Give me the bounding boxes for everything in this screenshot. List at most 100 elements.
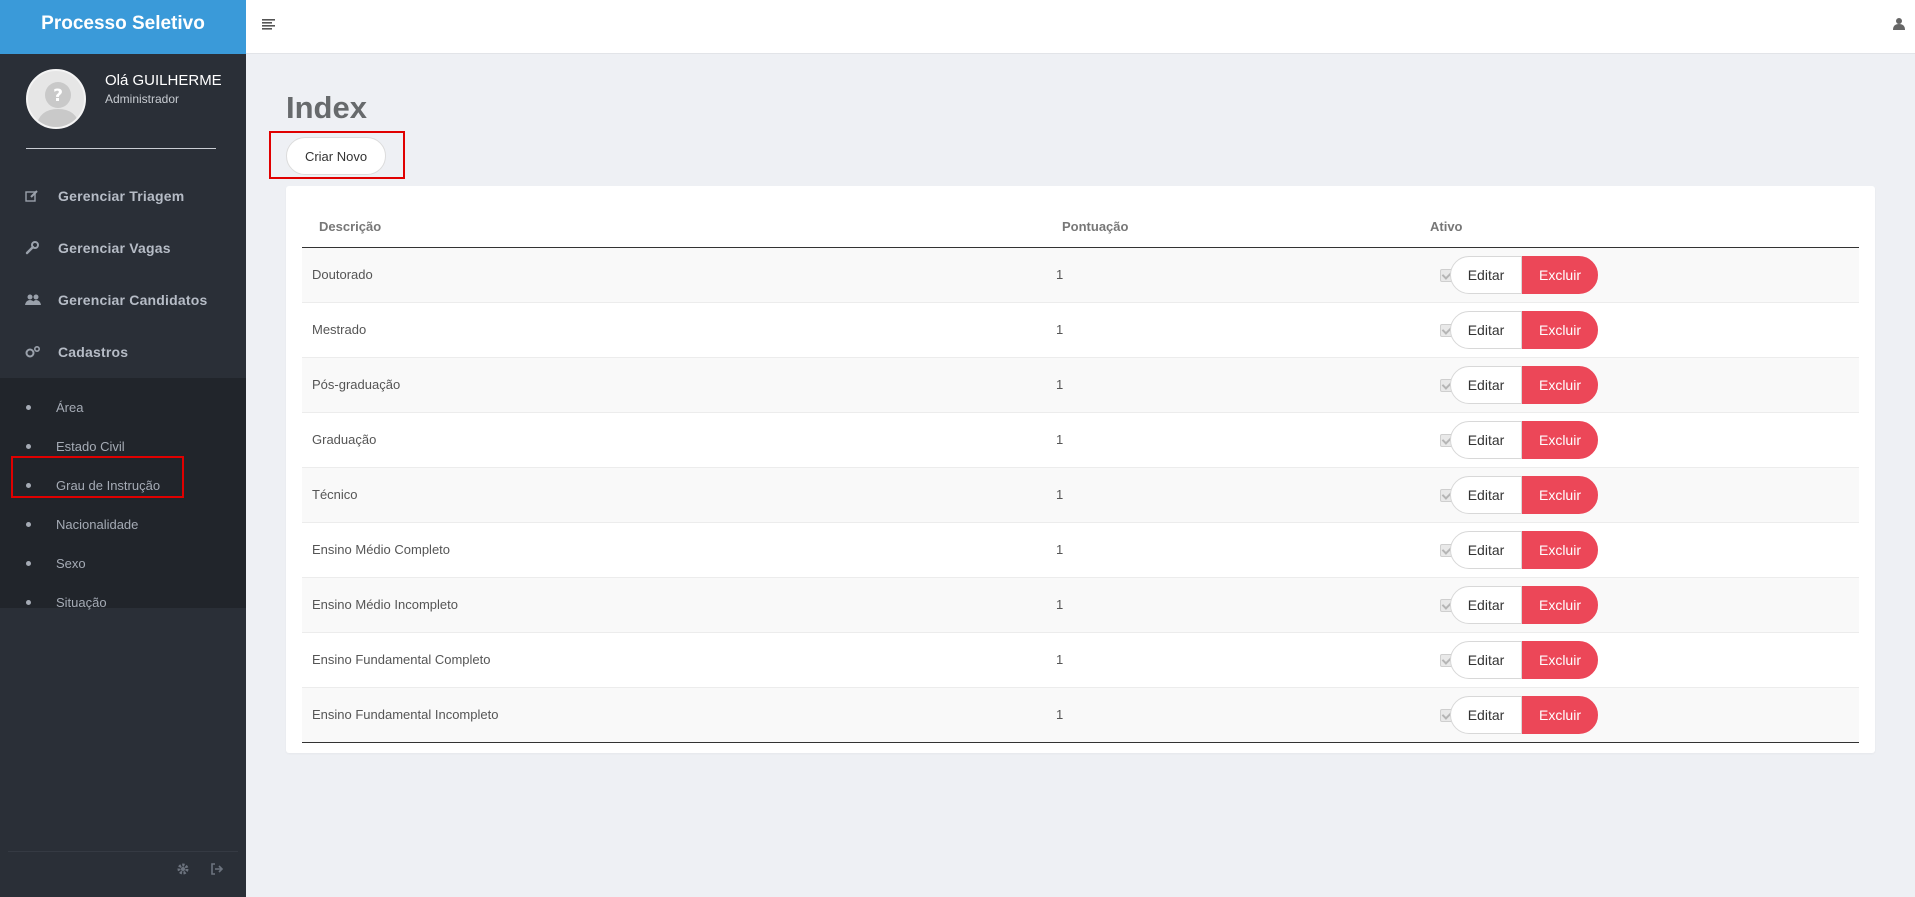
delete-button[interactable]: Excluir (1522, 586, 1598, 624)
delete-button[interactable]: Excluir (1522, 696, 1598, 734)
bullet-icon (26, 600, 31, 605)
table-header: Descrição Pontuação Ativo (302, 206, 1859, 248)
cell-pontuacao: 1 (1056, 267, 1064, 282)
user-icon[interactable] (1893, 17, 1905, 35)
submenu-item-sexo[interactable]: Sexo (0, 544, 246, 583)
wrench-icon (25, 241, 58, 255)
brand-title[interactable]: Processo Seletivo (0, 0, 246, 54)
menu-toggle-icon[interactable] (262, 17, 276, 35)
cell-descricao: Ensino Médio Incompleto (312, 597, 458, 612)
cadastros-submenu: Área Estado Civil Grau de Instrução Naci… (0, 378, 246, 610)
sidebar-nav: Gerenciar Triagem Gerenciar Vagas Gerenc… (0, 170, 246, 378)
table-row: Pós-graduação 1 Editar Excluir (302, 358, 1859, 413)
column-header-pontuacao[interactable]: Pontuação (1062, 219, 1128, 234)
user-role: Administrador (105, 92, 180, 106)
column-header-descricao[interactable]: Descrição (319, 219, 381, 234)
delete-button[interactable]: Excluir (1522, 531, 1598, 569)
submenu-item-label: Situação (56, 595, 107, 610)
table-row: Mestrado 1 Editar Excluir (302, 303, 1859, 358)
submenu-item-label: Estado Civil (56, 439, 125, 454)
cell-pontuacao: 1 (1056, 377, 1064, 392)
cell-pontuacao: 1 (1056, 542, 1064, 557)
table-row: Ensino Fundamental Incompleto 1 Editar E… (302, 688, 1859, 743)
table-card: Descrição Pontuação Ativo Doutorado 1 Ed… (286, 186, 1875, 753)
submenu-item-label: Grau de Instrução (56, 478, 161, 493)
edit-button[interactable]: Editar (1450, 641, 1522, 679)
nav-item-gerenciar-vagas[interactable]: Gerenciar Vagas (0, 222, 246, 274)
svg-text:?: ? (53, 86, 63, 106)
bullet-icon (26, 522, 31, 527)
edit-button[interactable]: Editar (1450, 256, 1522, 294)
submenu-item-label: Sexo (56, 556, 86, 571)
delete-button[interactable]: Excluir (1522, 256, 1598, 294)
nav-item-label: Gerenciar Candidatos (58, 292, 208, 308)
edit-button[interactable]: Editar (1450, 696, 1522, 734)
bullet-icon (26, 561, 31, 566)
table-row: Ensino Fundamental Completo 1 Editar Exc… (302, 633, 1859, 688)
logout-icon[interactable] (210, 862, 224, 881)
avatar[interactable]: ? (26, 69, 86, 129)
cell-pontuacao: 1 (1056, 322, 1064, 337)
nav-item-gerenciar-candidatos[interactable]: Gerenciar Candidatos (0, 274, 246, 326)
submenu-item-grau-de-instrucao[interactable]: Grau de Instrução (0, 466, 246, 505)
delete-button[interactable]: Excluir (1522, 366, 1598, 404)
edit-button[interactable]: Editar (1450, 311, 1522, 349)
cell-descricao: Técnico (312, 487, 358, 502)
sidebar-divider (26, 148, 216, 149)
user-greeting: Olá GUILHERME (105, 72, 222, 89)
edit-button[interactable]: Editar (1450, 531, 1522, 569)
submenu-item-label: Nacionalidade (56, 517, 139, 532)
table-row: Doutorado 1 Editar Excluir (302, 248, 1859, 303)
delete-button[interactable]: Excluir (1522, 421, 1598, 459)
nav-item-cadastros[interactable]: Cadastros (0, 326, 246, 378)
nav-item-gerenciar-triagem[interactable]: Gerenciar Triagem (0, 170, 246, 222)
bullet-icon (26, 444, 31, 449)
table-row: Ensino Médio Incompleto 1 Editar Excluir (302, 578, 1859, 633)
cell-descricao: Ensino Médio Completo (312, 542, 451, 557)
edit-button[interactable]: Editar (1450, 366, 1522, 404)
edit-button[interactable]: Editar (1450, 421, 1522, 459)
bullet-icon (26, 405, 31, 410)
cell-pontuacao: 1 (1056, 432, 1064, 447)
cell-pontuacao: 1 (1056, 597, 1064, 612)
cell-pontuacao: 1 (1056, 652, 1064, 667)
sidebar-footer-divider (8, 851, 238, 852)
user-profile: ? Olá GUILHERME Administrador (0, 54, 246, 150)
submenu-item-nacionalidade[interactable]: Nacionalidade (0, 505, 246, 544)
bullet-icon (26, 483, 31, 488)
cell-descricao: Ensino Fundamental Completo (312, 652, 491, 667)
table-row: Técnico 1 Editar Excluir (302, 468, 1859, 523)
table-row: Ensino Médio Completo 1 Editar Excluir (302, 523, 1859, 578)
cell-descricao: Ensino Fundamental Incompleto (312, 707, 499, 722)
create-new-button[interactable]: Criar Novo (286, 137, 386, 175)
page-title: Index (286, 90, 367, 125)
submenu-item-area[interactable]: Área (0, 388, 246, 427)
gears-icon (25, 345, 58, 359)
nav-item-label: Cadastros (58, 344, 129, 360)
nav-item-label: Gerenciar Vagas (58, 240, 171, 256)
table-body: Doutorado 1 Editar Excluir Mestrado 1 Ed… (302, 248, 1859, 743)
sidebar-footer (176, 862, 224, 881)
delete-button[interactable]: Excluir (1522, 311, 1598, 349)
submenu-item-estado-civil[interactable]: Estado Civil (0, 427, 246, 466)
users-icon (25, 293, 58, 307)
delete-button[interactable]: Excluir (1522, 476, 1598, 514)
settings-gear-icon[interactable] (176, 862, 190, 881)
submenu-item-situacao[interactable]: Situação (0, 583, 246, 622)
cell-descricao: Mestrado (312, 322, 367, 337)
cell-descricao: Doutorado (312, 267, 373, 282)
cell-pontuacao: 1 (1056, 707, 1064, 722)
default-avatar-icon: ? (36, 82, 80, 127)
edit-button[interactable]: Editar (1450, 476, 1522, 514)
column-header-ativo[interactable]: Ativo (1430, 219, 1463, 234)
submenu-item-label: Área (56, 400, 84, 415)
top-bar (246, 0, 1915, 54)
sidebar: Processo Seletivo ? Olá GUILHERME Admini… (0, 0, 246, 897)
cell-descricao: Pós-graduação (312, 377, 401, 392)
cell-pontuacao: 1 (1056, 487, 1064, 502)
nav-item-label: Gerenciar Triagem (58, 188, 185, 204)
edit-icon (25, 189, 58, 203)
edit-button[interactable]: Editar (1450, 586, 1522, 624)
table-row: Graduação 1 Editar Excluir (302, 413, 1859, 468)
delete-button[interactable]: Excluir (1522, 641, 1598, 679)
